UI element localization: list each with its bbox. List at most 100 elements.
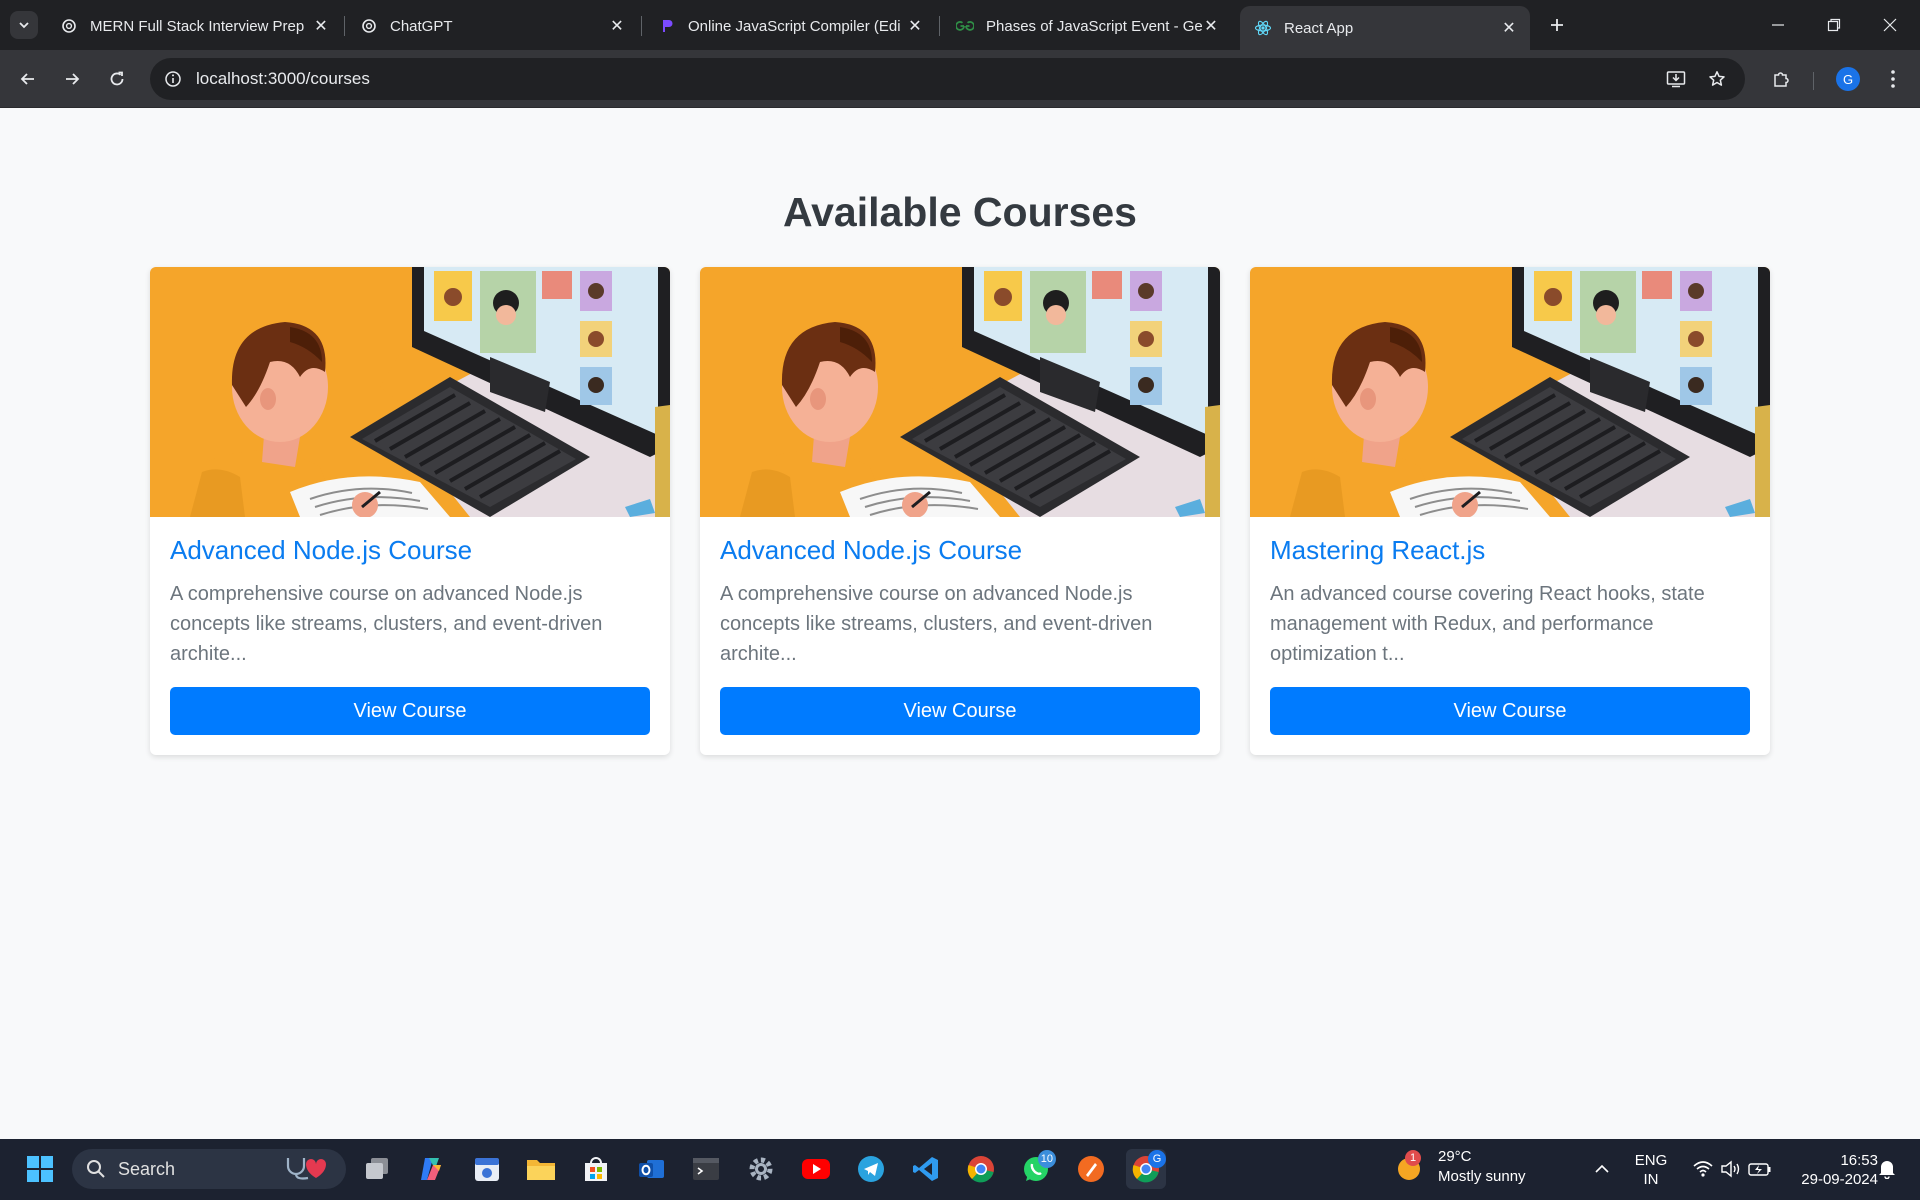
- windows-logo-icon: [27, 1156, 53, 1182]
- profile-button[interactable]: G: [1832, 63, 1864, 95]
- store-icon: [585, 1157, 607, 1181]
- weather-alert-badge: 1: [1405, 1150, 1421, 1166]
- copilot-button[interactable]: [411, 1149, 451, 1189]
- vscode-button[interactable]: [906, 1149, 946, 1189]
- clock-time: 16:53: [1840, 1152, 1878, 1169]
- new-tab-button[interactable]: [1543, 11, 1571, 39]
- start-button[interactable]: [20, 1149, 60, 1189]
- reload-icon: [110, 71, 124, 86]
- site-info-icon[interactable]: [152, 58, 194, 100]
- install-app-icon: [1666, 71, 1686, 88]
- file-explorer-button[interactable]: [521, 1149, 561, 1189]
- language-code: ENG: [1634, 1152, 1668, 1169]
- task-view-icon: [366, 1158, 388, 1179]
- bell-icon: [1879, 1161, 1895, 1179]
- tab-title: MERN Full Stack Interview Prep: [90, 17, 305, 35]
- wifi-icon: [1693, 1161, 1713, 1177]
- task-view-button[interactable]: [357, 1149, 397, 1189]
- restore-icon: [1827, 18, 1841, 32]
- browser-tab-bar: MERN Full Stack Interview Prep ✕ ChatGPT…: [0, 0, 1920, 50]
- tab-chatgpt[interactable]: ChatGPT ✕: [346, 8, 638, 44]
- chrome-button[interactable]: [961, 1149, 1001, 1189]
- notification-badge: 10: [1037, 1150, 1056, 1168]
- terminal-button[interactable]: [686, 1149, 726, 1189]
- search-icon: [87, 1160, 105, 1178]
- url-text: localhost:3000/courses: [196, 69, 370, 88]
- browser-toolbar: localhost:3000/courses G: [0, 50, 1920, 108]
- install-app-button[interactable]: [1660, 58, 1692, 100]
- system-clock[interactable]: 16:53 29-09-2024: [1782, 1151, 1878, 1189]
- pen-app-button[interactable]: [1071, 1149, 1111, 1189]
- minimize-icon: [1772, 24, 1784, 26]
- calendar-app-button[interactable]: [467, 1149, 507, 1189]
- weather-widget[interactable]: 1 29°C Mostly sunny: [1394, 1147, 1526, 1187]
- weather-condition: Mostly sunny: [1438, 1168, 1526, 1185]
- tab-search-button[interactable]: [10, 11, 38, 39]
- courses-page: Available Courses Advanced Node.js Cours…: [0, 109, 1920, 1139]
- close-icon[interactable]: ✕: [1202, 17, 1220, 35]
- tab-js-compiler[interactable]: Online JavaScript Compiler (Edi ✕: [644, 8, 936, 44]
- course-description: An advanced course covering React hooks,…: [1270, 583, 1705, 665]
- view-course-button[interactable]: View Course: [170, 687, 650, 735]
- chrome-profile-button[interactable]: G: [1126, 1149, 1166, 1189]
- back-button[interactable]: [12, 63, 44, 95]
- close-icon[interactable]: ✕: [608, 17, 626, 35]
- tab-react-app[interactable]: React App ✕: [1240, 6, 1530, 50]
- close-window-button[interactable]: [1862, 0, 1918, 50]
- course-description: A comprehensive course on advanced Node.…: [720, 583, 1153, 665]
- course-card: Advanced Node.js Course A comprehensive …: [700, 267, 1220, 755]
- whatsapp-button[interactable]: 10: [1016, 1149, 1056, 1189]
- arrow-left-icon: [20, 73, 34, 85]
- language-indicator[interactable]: ENG IN: [1630, 1151, 1672, 1189]
- course-title[interactable]: Advanced Node.js Course: [170, 535, 472, 566]
- taskbar-search[interactable]: Search: [72, 1149, 346, 1189]
- compiler-icon: [658, 17, 676, 35]
- view-course-button[interactable]: View Course: [720, 687, 1200, 735]
- react-icon: [1254, 19, 1272, 37]
- close-icon[interactable]: ✕: [906, 17, 924, 35]
- quick-settings-button[interactable]: [1684, 1151, 1780, 1187]
- close-icon[interactable]: ✕: [312, 17, 330, 35]
- star-icon: [1709, 71, 1725, 86]
- show-hidden-icons-button[interactable]: [1582, 1151, 1622, 1187]
- tab-title: Phases of JavaScript Event - Gee: [986, 17, 1202, 35]
- clock-date: 29-09-2024: [1801, 1171, 1878, 1188]
- folder-icon: [527, 1160, 555, 1180]
- tab-mern-interview[interactable]: MERN Full Stack Interview Prep ✕: [46, 8, 342, 44]
- telegram-icon: [858, 1156, 884, 1182]
- course-title[interactable]: Mastering React.js: [1270, 535, 1485, 566]
- bookmark-button[interactable]: [1701, 58, 1733, 100]
- minimize-button[interactable]: [1750, 0, 1806, 50]
- gear-icon: [749, 1157, 773, 1181]
- course-title[interactable]: Advanced Node.js Course: [720, 535, 1022, 566]
- outlook-button[interactable]: [631, 1149, 671, 1189]
- course-image: [1250, 267, 1770, 517]
- extensions-button[interactable]: [1765, 63, 1797, 95]
- openai-icon: [360, 17, 378, 35]
- settings-button[interactable]: [741, 1149, 781, 1189]
- tab-separator: [641, 16, 642, 36]
- notifications-button[interactable]: [1872, 1151, 1902, 1187]
- browser-menu-button[interactable]: [1877, 63, 1909, 95]
- tab-title: React App: [1284, 19, 1354, 37]
- region-code: IN: [1643, 1171, 1659, 1188]
- chevron-up-icon: [1595, 1164, 1609, 1173]
- plus-icon: [1551, 19, 1563, 31]
- openai-icon: [60, 17, 78, 35]
- close-icon[interactable]: ✕: [1500, 19, 1518, 37]
- restore-button[interactable]: [1806, 0, 1862, 50]
- telegram-button[interactable]: [851, 1149, 891, 1189]
- page-title: Available Courses: [783, 189, 1137, 235]
- chevron-down-icon: [19, 22, 29, 29]
- windows-taskbar: Search 10 G 1 29°C Mostly sunny ENG IN 1…: [0, 1139, 1920, 1200]
- youtube-button[interactable]: [796, 1149, 836, 1189]
- course-image: [700, 267, 1220, 517]
- microsoft-store-button[interactable]: [576, 1149, 616, 1189]
- tab-separator: [939, 16, 940, 36]
- tab-js-event-phases[interactable]: Phases of JavaScript Event - Gee ✕: [942, 8, 1232, 44]
- reload-button[interactable]: [101, 63, 133, 95]
- view-course-button[interactable]: View Course: [1270, 687, 1750, 735]
- forward-button[interactable]: [56, 63, 88, 95]
- tab-title: ChatGPT: [390, 17, 453, 35]
- address-bar[interactable]: localhost:3000/courses: [150, 58, 1745, 100]
